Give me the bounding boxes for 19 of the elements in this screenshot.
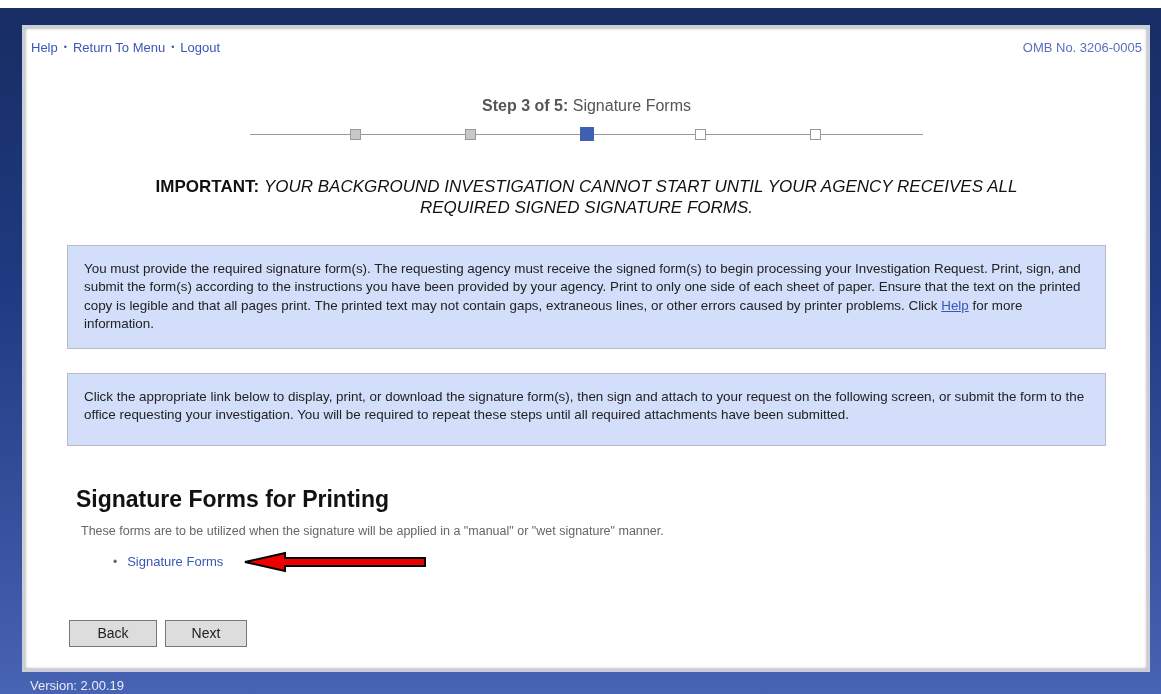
help-link[interactable]: Help <box>941 297 969 313</box>
header-link[interactable]: Help <box>31 38 58 58</box>
separator-dot: • <box>63 41 67 54</box>
back-button[interactable]: Back <box>69 619 157 647</box>
section-heading: Signature Forms for Printing <box>76 484 391 514</box>
bullet: • <box>113 553 118 571</box>
step-title: Signature Forms <box>572 96 691 114</box>
header-link[interactable]: Return To Menu <box>72 38 166 58</box>
separator-dot: • <box>171 41 175 54</box>
section-description: These forms are to be utilized when the signature will be applied in a "manual" or "wet signature" manner. <box>81 523 665 540</box>
important-notice: IMPORTANT: YOUR BACKGROUND INVESTIGATION CANNOT START UNTIL YOUR AGENCY RECEIVES ALL REQUIRED SIGNED SIGNATURE FORMS. <box>154 175 1019 218</box>
version-label: Version: 2.00.19 <box>30 677 125 694</box>
next-button[interactable]: Next <box>165 619 247 647</box>
step-label: Step 3 of 5: <box>482 96 569 114</box>
header-link[interactable]: Logout <box>180 38 221 58</box>
notice-text: Click the appropriate link below to display, print, or download the signature form(s), then sign and attach to your request on the following screen, or submit the form to the office requesting your investigation. You will be required to repeat these steps until all required attachments have been submitted. <box>84 388 1085 422</box>
omb-number: OMB No. 3206-0005 <box>1022 39 1142 57</box>
signature-forms-link[interactable]: Signature Forms <box>127 552 224 572</box>
notice-text: You must provide the required signature form(s). The requesting agency must receive the signed form(s) to begin processing your Investigation Request. Print, sign, and submit the form(s) according to the instructions you have been provided by your agency. Print to only one side of each sheet of paper. Ensure that the text on the printed copy is legible and that all pages print. The printed text may not contain gaps, extraneous lines, or other errors caused by printer problems. Click Help for more information. <box>84 260 1081 331</box>
